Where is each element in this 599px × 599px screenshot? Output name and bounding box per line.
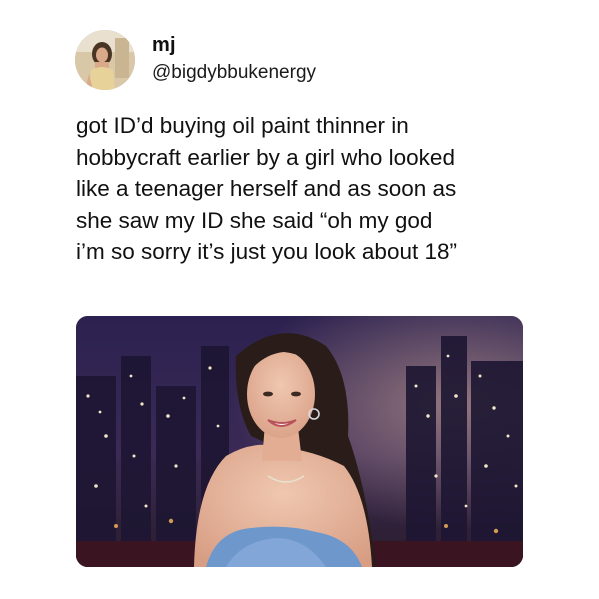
tweet-photo[interactable]: [76, 316, 523, 567]
tweet-text: got ID’d buying oil paint thinner in hob…: [76, 113, 457, 264]
display-name[interactable]: mj: [152, 34, 176, 57]
tweet-card: mj @bigdybbukenergy got ID’d buying oil …: [0, 0, 599, 599]
profile-photo-icon: [75, 30, 135, 90]
avatar[interactable]: [75, 30, 135, 90]
photo-image: [76, 316, 523, 567]
user-handle[interactable]: @bigdybbukenergy: [152, 62, 316, 84]
